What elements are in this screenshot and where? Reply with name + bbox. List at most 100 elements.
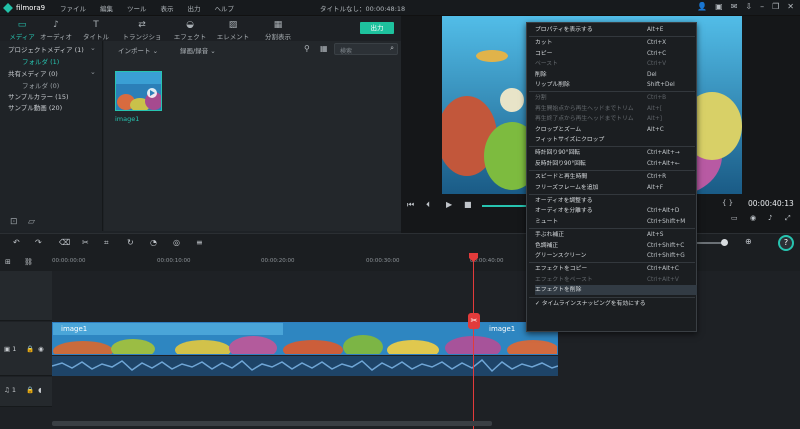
zoom-in-icon[interactable]: ⊕: [745, 237, 752, 246]
add-track-icon[interactable]: ⊞: [5, 258, 11, 266]
video-clip[interactable]: image1 image1: [52, 322, 558, 355]
context-menu-item[interactable]: 反時計回り90°回転 Ctrl+Alt+←: [535, 159, 697, 169]
context-menu-item[interactable]: 削除 Del: [535, 70, 697, 80]
lock-icon[interactable]: 🔒: [26, 386, 34, 394]
tab-effect[interactable]: ◒ エフェクト: [168, 20, 212, 41]
context-menu-item[interactable]: クロップとズーム Alt+C: [535, 125, 697, 135]
redo-icon[interactable]: ↷: [35, 238, 42, 247]
tree-project-folder[interactable]: フォルダ (1): [22, 56, 59, 66]
minimize-icon[interactable]: –: [760, 2, 764, 11]
tab-audio[interactable]: ♪ オーディオ: [34, 20, 78, 41]
audio-waveform[interactable]: [52, 356, 558, 376]
maximize-icon[interactable]: ❐: [772, 2, 779, 11]
eye-icon[interactable]: ◉: [38, 345, 44, 353]
context-menu-item-label: スピードと再生時間: [535, 174, 588, 181]
tab-title[interactable]: T タイトル: [74, 20, 118, 41]
preview-progress-bar[interactable]: [482, 205, 526, 207]
context-menu-item-label: 再生終了点から再生ヘッドまでトリム: [535, 116, 634, 123]
menu-separator: [529, 194, 695, 195]
search-icon[interactable]: ⌕: [390, 44, 394, 53]
tab-element[interactable]: ▨ エレメント: [211, 20, 255, 41]
tree-project-media[interactable]: プロジェクトメディア (1): [8, 44, 84, 54]
step-back-icon[interactable]: ⏴: [426, 200, 430, 210]
menu-help[interactable]: ヘルプ: [215, 3, 235, 13]
context-menu-item[interactable]: ✓ タイムラインスナッピングを有効にする: [535, 299, 697, 309]
context-menu-item[interactable]: フィットサイズにクロップ: [535, 135, 697, 145]
undo-icon[interactable]: ↶: [13, 238, 20, 247]
context-menu-item[interactable]: グリーンスクリーン Ctrl+Shift+G: [535, 251, 697, 261]
context-menu-item[interactable]: フリーズフレームを追加 Alt+F: [535, 183, 697, 193]
help-icon[interactable]: ?: [778, 235, 794, 251]
split-screen-icon: ▦: [273, 20, 283, 30]
speaker-icon[interactable]: ◖: [38, 386, 41, 394]
record-dropdown[interactable]: 録画/録音 ⌄: [180, 45, 216, 55]
chevron-down-icon[interactable]: ⌄: [90, 44, 96, 52]
cart-icon[interactable]: ✉: [731, 2, 738, 11]
export-button[interactable]: 出力: [360, 22, 394, 34]
zoom-slider-handle[interactable]: [721, 239, 728, 246]
speed-icon[interactable]: ◔: [150, 238, 157, 247]
crop-icon[interactable]: ⌗: [104, 238, 109, 248]
context-menu-item[interactable]: プロパティを表示する Alt+E: [535, 25, 697, 35]
new-folder-icon[interactable]: ⊡: [10, 217, 18, 227]
audio-mixer-icon[interactable]: ≡: [196, 238, 203, 247]
link-icon[interactable]: ⛓: [24, 258, 33, 266]
context-menu-item[interactable]: カット Ctrl+X: [535, 38, 697, 48]
previous-frame-icon[interactable]: ⏮: [407, 200, 414, 210]
download-icon[interactable]: ⇩: [745, 2, 752, 11]
marker-brackets-icon[interactable]: { }: [722, 199, 733, 207]
delete-icon[interactable]: ⌫: [59, 238, 70, 247]
menu-edit[interactable]: 編集: [100, 3, 113, 13]
render-icon[interactable]: ▭: [731, 214, 738, 222]
menu-export[interactable]: 出力: [188, 3, 201, 13]
context-menu-item[interactable]: コピー Ctrl+C: [535, 49, 697, 59]
folder-icon[interactable]: ▱: [28, 217, 35, 227]
context-menu-item[interactable]: エフェクトを削除: [535, 285, 697, 296]
context-menu-shortcut: Ctrl+X: [647, 40, 667, 47]
chevron-down-icon[interactable]: ⌄: [90, 68, 96, 76]
checkmark-icon: ✓: [535, 300, 542, 307]
gift-icon[interactable]: ▣: [715, 2, 723, 11]
menu-file[interactable]: ファイル: [60, 3, 86, 13]
tree-shared-folder[interactable]: フォルダ (0): [22, 80, 59, 90]
fullscreen-icon[interactable]: ⤢: [785, 214, 791, 223]
context-menu-item[interactable]: 手ぶれ補正 Alt+S: [535, 230, 697, 240]
transition-icon: ⇄: [138, 20, 146, 30]
context-menu-item[interactable]: スピードと再生時間 Ctrl+R: [535, 172, 697, 182]
lock-icon[interactable]: 🔒: [26, 345, 34, 353]
stop-icon[interactable]: ■: [464, 200, 472, 209]
snapshot-icon[interactable]: ◉: [750, 214, 756, 222]
timeline-scrollbar[interactable]: [52, 421, 492, 426]
search-input[interactable]: 検索 ⌕: [334, 43, 398, 55]
tree-sample-videos[interactable]: サンプル動画 (20): [8, 102, 62, 112]
cut-icon[interactable]: ✂: [82, 238, 89, 247]
menu-tools[interactable]: ツール: [127, 3, 147, 13]
filter-icon[interactable]: ⚲: [304, 44, 310, 53]
context-menu-item[interactable]: 色調補正 Ctrl+Shift+C: [535, 241, 697, 251]
close-icon[interactable]: ✕: [787, 2, 794, 11]
context-menu-item[interactable]: オーディオを調整する: [535, 196, 697, 206]
context-menu-item[interactable]: リップル削除 Shift+Del: [535, 80, 697, 90]
clip-label: image1: [489, 325, 516, 333]
playhead[interactable]: [473, 253, 474, 429]
context-menu-item[interactable]: エフェクトをコピー Ctrl+Alt+C: [535, 264, 697, 274]
color-icon[interactable]: ◎: [173, 238, 180, 247]
context-menu-item[interactable]: オーディオを分離する Ctrl+Alt+D: [535, 206, 697, 216]
tree-shared-media[interactable]: 共有メディア (0): [8, 68, 58, 78]
menu-view[interactable]: 表示: [161, 3, 174, 13]
tree-sample-colors[interactable]: サンプルカラー (15): [8, 91, 69, 101]
context-menu-shortcut: Alt+F: [647, 184, 664, 191]
split-icon[interactable]: ✂: [468, 313, 480, 329]
context-menu-item[interactable]: 時計回り90°回転 Ctrl+Alt+→: [535, 148, 697, 158]
grid-view-icon[interactable]: ▦: [320, 44, 328, 53]
import-dropdown[interactable]: インポート ⌄: [118, 45, 158, 55]
context-menu-item[interactable]: ミュート Ctrl+Shift+M: [535, 217, 697, 227]
volume-icon[interactable]: ♪: [768, 214, 772, 222]
rotate-icon[interactable]: ↻: [127, 238, 134, 247]
account-icon[interactable]: 👤: [697, 2, 707, 11]
media-thumbnail[interactable]: [115, 71, 162, 111]
context-menu-shortcut: Alt+S: [647, 232, 664, 239]
play-icon[interactable]: ▶: [446, 200, 452, 209]
tab-split-screen[interactable]: ▦ 分割表示: [256, 20, 300, 41]
app-logo: filmora9: [3, 2, 45, 14]
